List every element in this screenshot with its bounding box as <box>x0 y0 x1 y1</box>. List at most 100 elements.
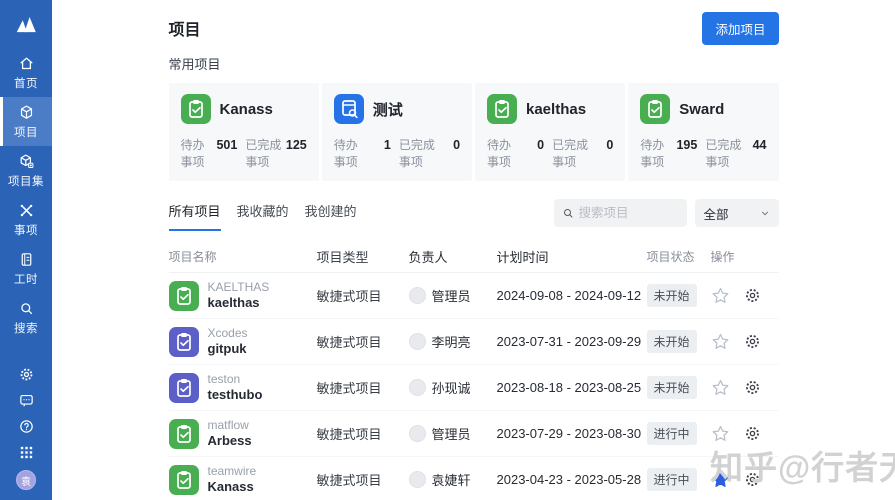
col-header-owner: 负责人 <box>409 247 497 266</box>
done-label: 已完成事项 <box>552 136 593 170</box>
favorite-star-icon[interactable] <box>711 424 730 443</box>
project-subname: Arbess <box>208 433 252 449</box>
col-header-type: 项目类型 <box>317 247 409 266</box>
todo-count: 195 <box>673 138 697 152</box>
project-name: teamwire <box>208 464 257 479</box>
tab-my-created[interactable]: 我创建的 <box>305 201 357 231</box>
table-row[interactable]: KAELTHAS kaelthas 敏捷式项目 管理员 2024-09-08 -… <box>169 273 779 319</box>
sidebar-item-projects[interactable]: 项目 <box>0 97 52 146</box>
main-content: 项目 添加项目 常用项目 Kanass 待办事项 501 <box>52 0 895 500</box>
worklog-icon <box>18 251 35 268</box>
favorite-star-icon[interactable] <box>711 378 730 397</box>
project-subname: testhubo <box>208 387 263 403</box>
done-count: 125 <box>286 138 307 152</box>
status-badge: 进行中 <box>647 422 697 445</box>
table-row[interactable]: teamwire Kanass 敏捷式项目 袁婕轩 2023-04-23 - 2… <box>169 457 779 500</box>
owner-name: 袁婕轩 <box>432 470 471 489</box>
owner-name: 管理员 <box>432 424 471 443</box>
project-row-icon <box>169 419 199 449</box>
project-card-kanass[interactable]: Kanass 待办事项 501 已完成事项 125 <box>169 83 319 181</box>
done-count: 0 <box>440 138 460 152</box>
row-settings-gear-icon[interactable] <box>743 424 762 443</box>
table-row[interactable]: teston testhubo 敏捷式项目 孙现诚 2023-08-18 - 2… <box>169 365 779 411</box>
message-icon[interactable] <box>18 392 35 409</box>
project-subname: gitpuk <box>208 341 248 357</box>
help-icon[interactable] <box>18 418 35 435</box>
project-clipboard-icon <box>181 94 211 124</box>
done-label: 已完成事项 <box>705 136 746 170</box>
user-avatar[interactable]: 袁 <box>16 470 36 490</box>
sidebar: 首页 项目 项目集 事项 工时 搜索 <box>0 0 52 500</box>
card-project-name: 测试 <box>373 99 403 120</box>
project-subname: kaelthas <box>208 295 270 311</box>
status-badge: 未开始 <box>647 330 697 353</box>
table-header: 项目名称 项目类型 负责人 计划时间 项目状态 操作 <box>169 241 779 273</box>
row-settings-gear-icon[interactable] <box>743 332 762 351</box>
done-label: 已完成事项 <box>245 136 286 170</box>
sidebar-item-label: 项目 <box>14 124 38 140</box>
row-settings-gear-icon[interactable] <box>743 470 762 489</box>
favorite-star-icon[interactable] <box>711 286 730 305</box>
project-tabs: 所有项目 我收藏的 我创建的 <box>169 201 357 231</box>
project-type: 敏捷式项目 <box>317 286 409 305</box>
page-title: 项目 <box>169 16 201 40</box>
project-card-sward[interactable]: Sward 待办事项 195 已完成事项 44 <box>628 83 778 181</box>
sidebar-item-worktime[interactable]: 工时 <box>0 244 52 293</box>
cross-issues-icon <box>18 202 35 219</box>
status-badge: 未开始 <box>647 284 697 307</box>
scope-dropdown[interactable]: 全部 <box>695 199 779 227</box>
favorite-star-icon[interactable] <box>711 470 730 489</box>
sidebar-item-label: 项目集 <box>8 173 44 189</box>
favorites-section-label: 常用项目 <box>169 54 779 73</box>
project-row-icon <box>169 281 199 311</box>
todo-count: 1 <box>366 138 390 152</box>
sidebar-item-label: 工时 <box>14 271 38 287</box>
card-project-name: Sward <box>679 101 724 118</box>
col-header-time: 计划时间 <box>497 247 647 266</box>
project-board-icon <box>334 94 364 124</box>
project-card-kaelthas[interactable]: kaelthas 待办事项 0 已完成事项 0 <box>475 83 625 181</box>
sidebar-bottom-icons: 袁 <box>0 366 52 500</box>
sidebar-item-project-set[interactable]: 项目集 <box>0 146 52 195</box>
row-settings-gear-icon[interactable] <box>743 378 762 397</box>
owner-name: 管理员 <box>432 286 471 305</box>
project-name: teston <box>208 372 263 387</box>
todo-label: 待办事项 <box>640 136 673 170</box>
row-settings-gear-icon[interactable] <box>743 286 762 305</box>
search-icon <box>562 206 574 220</box>
sidebar-item-issues[interactable]: 事项 <box>0 195 52 244</box>
todo-label: 待办事项 <box>181 136 213 170</box>
favorite-star-icon[interactable] <box>711 332 730 351</box>
todo-count: 501 <box>213 138 237 152</box>
project-type: 敏捷式项目 <box>317 424 409 443</box>
sidebar-item-search[interactable]: 搜索 <box>0 293 52 342</box>
table-row[interactable]: Xcodes gitpuk 敏捷式项目 李明亮 2023-07-31 - 202… <box>169 319 779 365</box>
settings-gear-icon[interactable] <box>18 366 35 383</box>
apps-grid-icon[interactable] <box>18 444 35 461</box>
sidebar-item-label: 事项 <box>14 222 38 238</box>
card-project-name: Kanass <box>220 101 273 118</box>
cube-icon <box>18 104 35 121</box>
project-search-box[interactable] <box>554 199 687 227</box>
owner-avatar <box>409 471 426 488</box>
project-type: 敏捷式项目 <box>317 470 409 489</box>
project-card-ceshi[interactable]: 测试 待办事项 1 已完成事项 0 <box>322 83 472 181</box>
add-project-button[interactable]: 添加项目 <box>702 12 778 45</box>
project-name: KAELTHAS <box>208 280 270 295</box>
project-subname: Kanass <box>208 479 257 495</box>
table-row[interactable]: matflow Arbess 敏捷式项目 管理员 2023-07-29 - 20… <box>169 411 779 457</box>
tab-my-favorites[interactable]: 我收藏的 <box>237 201 289 231</box>
tab-all-projects[interactable]: 所有项目 <box>169 201 221 231</box>
planned-time: 2023-04-23 - 2023-05-28 <box>497 472 647 487</box>
done-count: 0 <box>593 138 613 152</box>
app-logo[interactable] <box>0 0 52 48</box>
project-name: Xcodes <box>208 326 248 341</box>
project-clipboard-icon <box>487 94 517 124</box>
status-badge: 进行中 <box>647 468 697 491</box>
done-count: 44 <box>746 138 766 152</box>
owner-name: 孙现诚 <box>432 378 471 397</box>
search-input[interactable] <box>578 206 678 220</box>
sidebar-item-home[interactable]: 首页 <box>0 48 52 97</box>
sidebar-item-label: 搜索 <box>14 320 38 336</box>
todo-label: 待办事项 <box>334 136 367 170</box>
